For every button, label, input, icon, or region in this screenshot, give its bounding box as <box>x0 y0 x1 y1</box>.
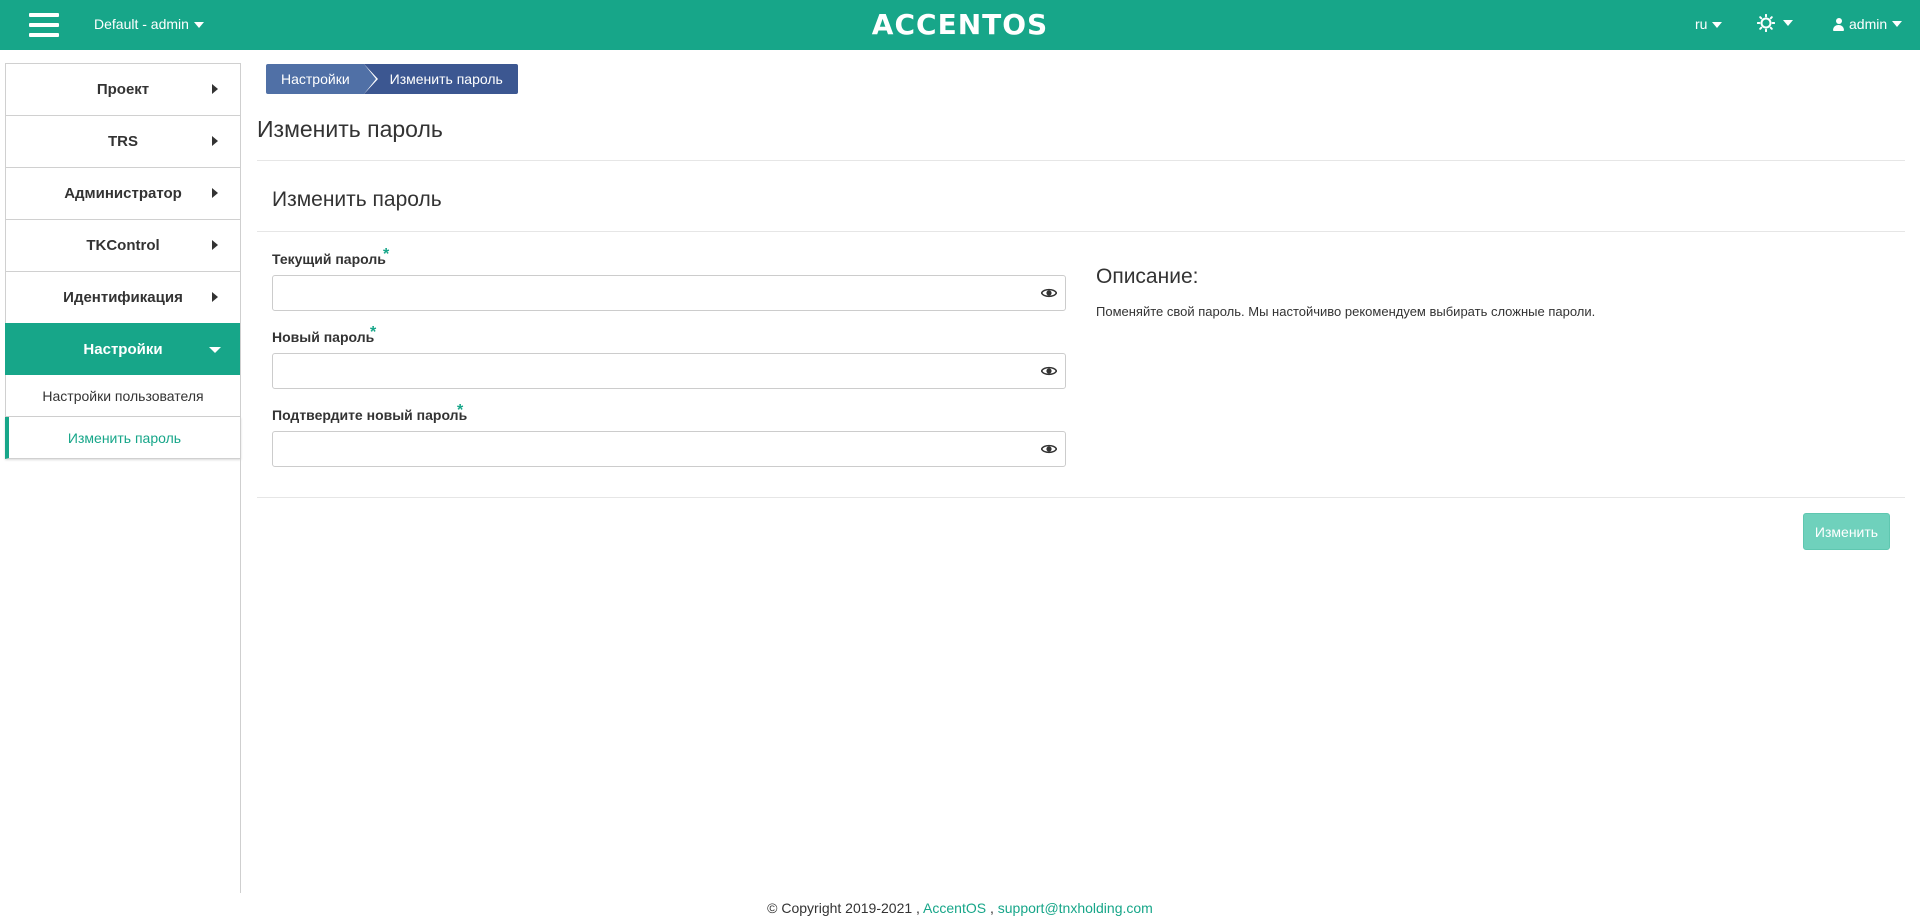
current-password-input[interactable] <box>273 276 1065 310</box>
user-menu[interactable]: admin <box>1833 16 1903 32</box>
sidebar-subitem-change-password[interactable]: Изменить пароль <box>5 417 241 459</box>
chevron-right-icon <box>212 188 218 198</box>
current-password-label: Текущий пароль <box>272 251 386 267</box>
user-icon <box>1833 17 1844 31</box>
chevron-right-icon <box>212 240 218 250</box>
sidebar-item-label: TKControl <box>86 237 160 254</box>
menu-toggle-icon[interactable] <box>29 13 59 37</box>
eye-icon[interactable] <box>1041 287 1057 299</box>
eye-icon[interactable] <box>1041 365 1057 377</box>
accentos-link[interactable]: AccentOS <box>923 900 986 916</box>
sidebar-item-trs[interactable]: TRS <box>5 115 241 167</box>
confirm-password-label: Подтвердите новый пароль <box>272 407 468 423</box>
sidebar-item-settings[interactable]: Настройки <box>5 323 241 375</box>
project-picker[interactable]: Default - admin <box>94 16 204 32</box>
sidebar-subitem-label: Настройки пользователя <box>42 387 204 404</box>
top-navbar: Default - admin ACCENTOS ru admin <box>0 0 1920 50</box>
sun-icon <box>1757 14 1775 32</box>
sidebar-item-admin[interactable]: Администратор <box>5 167 241 219</box>
footer-separator: , <box>989 900 994 916</box>
page-title: Изменить пароль <box>257 116 443 142</box>
panel-title: Изменить пароль <box>272 188 442 211</box>
user-name: admin <box>1849 16 1888 32</box>
support-email-link[interactable]: support@tnxholding.com <box>998 900 1153 916</box>
breadcrumb: Настройки Изменить пароль <box>266 64 518 94</box>
chevron-down-icon <box>1783 20 1793 26</box>
chevron-down-icon <box>1892 21 1903 27</box>
required-marker: * <box>370 324 377 341</box>
breadcrumb-item-settings[interactable]: Настройки <box>266 64 378 94</box>
breadcrumb-item-change-password[interactable]: Изменить пароль <box>363 64 518 94</box>
chevron-right-icon <box>212 292 218 302</box>
sidebar-item-label: TRS <box>108 133 138 150</box>
change-password-button[interactable]: Изменить <box>1803 513 1890 550</box>
current-password-field <box>272 275 1066 311</box>
sidebar-subitem-label: Изменить пароль <box>67 429 182 446</box>
new-password-input[interactable] <box>273 354 1065 388</box>
theme-picker[interactable] <box>1757 14 1793 32</box>
confirm-password-input[interactable] <box>273 432 1065 466</box>
description-text: Поменяйте свой пароль. Мы настойчиво рек… <box>1096 304 1596 319</box>
brand-logo: ACCENTOS <box>871 8 1049 41</box>
chevron-down-icon <box>209 347 221 353</box>
chevron-down-icon <box>1712 22 1723 29</box>
sidebar-item-tkcontrol[interactable]: TKControl <box>5 219 241 271</box>
sidebar-subitem-user-settings[interactable]: Настройки пользователя <box>5 375 241 417</box>
footer: © Copyright 2019-2021 , AccentOS , suppo… <box>0 900 1920 916</box>
chevron-right-icon <box>212 84 218 94</box>
description-title: Описание: <box>1096 265 1199 288</box>
confirm-password-field <box>272 431 1066 467</box>
divider <box>257 231 1905 232</box>
sidebar-item-label: Проект <box>96 81 150 98</box>
sidebar-item-label: Администратор <box>64 185 182 202</box>
language-picker[interactable]: ru <box>1695 16 1723 32</box>
sidebar-divider <box>240 63 241 893</box>
project-picker-label: Default - admin <box>94 16 189 32</box>
chevron-down-icon <box>193 22 204 29</box>
sidebar-item-project[interactable]: Проект <box>5 63 241 115</box>
required-marker: * <box>457 402 464 419</box>
copyright-text: © Copyright 2019-2021 , <box>767 900 920 916</box>
sidebar-item-label: Идентификация <box>63 289 183 306</box>
chevron-right-icon <box>212 136 218 146</box>
new-password-field <box>272 353 1066 389</box>
required-marker: * <box>383 246 390 263</box>
divider <box>257 160 1905 161</box>
eye-icon[interactable] <box>1041 443 1057 455</box>
sidebar-item-label: Настройки <box>83 341 163 358</box>
sidebar-item-identity[interactable]: Идентификация <box>5 271 241 323</box>
new-password-label: Новый пароль <box>272 329 375 345</box>
sidebar: Проект TRS Администратор TKControl Идент… <box>5 63 241 459</box>
divider <box>257 497 1905 498</box>
language-label: ru <box>1695 16 1708 32</box>
